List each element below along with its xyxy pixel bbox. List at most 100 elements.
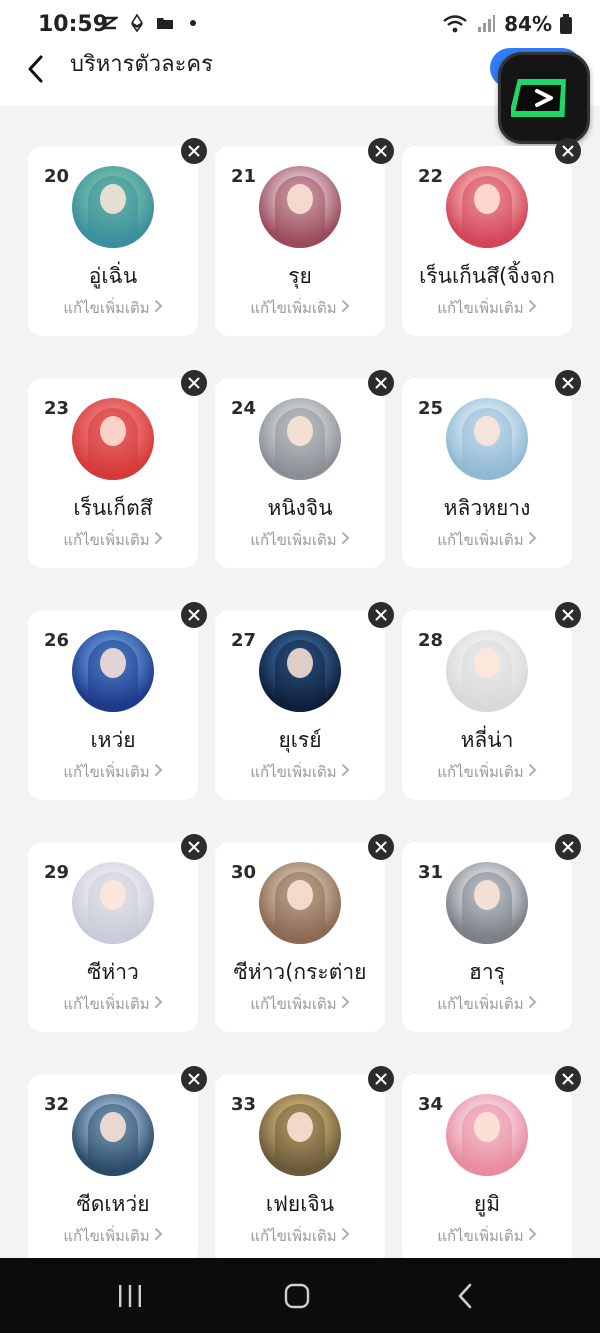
character-card[interactable]: 26 เหว่ย แก้ไขเพิ่มเติม: [28, 610, 198, 800]
character-avatar: [446, 630, 528, 712]
edit-more-link[interactable]: แก้ไขเพิ่มเติม: [28, 296, 198, 320]
remove-character-button[interactable]: [181, 602, 207, 628]
chevron-right-icon: [341, 995, 350, 1013]
back-arrow-icon: [458, 1283, 472, 1309]
remove-character-button[interactable]: [368, 370, 394, 396]
back-button[interactable]: [18, 52, 52, 86]
edit-more-label: แก้ไขเพิ่มเติม: [250, 299, 337, 317]
close-icon: [375, 377, 387, 389]
character-card[interactable]: 27 ยุเรย์ แก้ไขเพิ่มเติม: [215, 610, 385, 800]
status-time: 10:59: [38, 12, 109, 37]
edit-more-label: แก้ไขเพิ่มเติม: [250, 531, 337, 549]
character-number: 22: [418, 166, 444, 187]
play-arrow-icon: [511, 79, 566, 117]
edit-more-link[interactable]: แก้ไขเพิ่มเติม: [402, 296, 572, 320]
close-icon: [562, 609, 574, 621]
remove-character-button[interactable]: [555, 1066, 581, 1092]
edit-more-label: แก้ไขเพิ่มเติม: [63, 299, 150, 317]
character-card[interactable]: 29 ซีห่าว แก้ไขเพิ่มเติม: [28, 842, 198, 1032]
close-icon: [188, 145, 200, 157]
overlay-launcher-button[interactable]: [498, 52, 590, 144]
character-avatar: [72, 166, 154, 248]
edit-more-link[interactable]: แก้ไขเพิ่มเติม: [28, 992, 198, 1016]
edit-more-link[interactable]: แก้ไขเพิ่มเติม: [215, 992, 385, 1016]
close-icon: [562, 841, 574, 853]
folder-icon: [157, 18, 173, 29]
character-card[interactable]: 32 ซีดเหว่ย แก้ไขเพิ่มเติม: [28, 1074, 198, 1264]
wifi-icon: [443, 15, 467, 33]
remove-character-button[interactable]: [555, 138, 581, 164]
character-card[interactable]: 31 ฮารุ แก้ไขเพิ่มเติม: [402, 842, 572, 1032]
chevron-right-icon: [341, 531, 350, 549]
character-card[interactable]: 20 อู่เฉิ่น แก้ไขเพิ่มเติม: [28, 146, 198, 336]
character-card[interactable]: 25 หลิวหยาง แก้ไขเพิ่มเติม: [402, 378, 572, 568]
chevron-right-icon: [154, 531, 163, 549]
character-card[interactable]: 21 รุย แก้ไขเพิ่มเติม: [215, 146, 385, 336]
character-card[interactable]: 24 หนิงจิน แก้ไขเพิ่มเติม: [215, 378, 385, 568]
edit-more-label: แก้ไขเพิ่มเติม: [250, 995, 337, 1013]
character-card[interactable]: 28 หลี่น่า แก้ไขเพิ่มเติม: [402, 610, 572, 800]
remove-character-button[interactable]: [555, 834, 581, 860]
more-notifications-dot-icon: [190, 20, 196, 26]
edit-more-link[interactable]: แก้ไขเพิ่มเติม: [215, 528, 385, 552]
chevron-right-icon: [528, 763, 537, 781]
system-back-button[interactable]: [445, 1278, 485, 1314]
close-icon: [375, 145, 387, 157]
character-number: 20: [44, 166, 70, 187]
character-number: 32: [44, 1094, 70, 1115]
edit-more-link[interactable]: แก้ไขเพิ่มเติม: [215, 760, 385, 784]
chevron-right-icon: [528, 995, 537, 1013]
chevron-right-icon: [341, 763, 350, 781]
home-button[interactable]: [277, 1278, 317, 1314]
character-card[interactable]: 30 ซีห่าว(กระต่าย แก้ไขเพิ่มเติม: [215, 842, 385, 1032]
close-icon: [562, 377, 574, 389]
remove-character-button[interactable]: [555, 370, 581, 396]
edit-more-link[interactable]: แก้ไขเพิ่มเติม: [402, 1224, 572, 1248]
character-card[interactable]: 34 ยูมิ แก้ไขเพิ่มเติม: [402, 1074, 572, 1264]
chevron-right-icon: [154, 995, 163, 1013]
character-number: 23: [44, 398, 70, 419]
edit-more-link[interactable]: แก้ไขเพิ่มเติม: [28, 1224, 198, 1248]
character-name: เฟยเจิน: [265, 1192, 335, 1216]
status-notification-icons: [100, 14, 202, 32]
remove-character-button[interactable]: [181, 834, 207, 860]
edit-more-label: แก้ไขเพิ่มเติม: [63, 531, 150, 549]
close-icon: [188, 1073, 200, 1085]
character-card[interactable]: 22 เร็นเก็นสึ(จิ้งจก แก้ไขเพิ่มเติม: [402, 146, 572, 336]
character-name: เหว่ย: [90, 728, 136, 752]
character-number: 33: [231, 1094, 257, 1115]
remove-character-button[interactable]: [368, 138, 394, 164]
character-avatar: [72, 862, 154, 944]
edit-more-link[interactable]: แก้ไขเพิ่มเติม: [215, 1224, 385, 1248]
close-icon: [562, 1073, 574, 1085]
remove-character-button[interactable]: [368, 834, 394, 860]
edit-more-link[interactable]: แก้ไขเพิ่มเติม: [402, 528, 572, 552]
character-name: หนิงจิน: [267, 496, 333, 520]
edit-more-link[interactable]: แก้ไขเพิ่มเติม: [402, 992, 572, 1016]
remove-character-button[interactable]: [181, 370, 207, 396]
character-avatar: [259, 1094, 341, 1176]
character-number: 34: [418, 1094, 444, 1115]
edit-more-link[interactable]: แก้ไขเพิ่มเติม: [28, 528, 198, 552]
character-card[interactable]: 23 เร็นเก็ตสึแก้ไขเพิ่มเติม: [28, 378, 198, 568]
chevron-right-icon: [528, 531, 537, 549]
edit-more-link[interactable]: แก้ไขเพิ่มเติม: [402, 760, 572, 784]
signal-icon: [478, 15, 496, 32]
remove-character-button[interactable]: [555, 602, 581, 628]
character-name: รุย: [288, 264, 312, 288]
recent-apps-button[interactable]: [110, 1278, 150, 1314]
remove-character-button[interactable]: [368, 602, 394, 628]
chevron-right-icon: [154, 763, 163, 781]
chevron-right-icon: [154, 299, 163, 317]
remove-character-button[interactable]: [181, 1066, 207, 1092]
character-name: ยุเรย์: [278, 728, 322, 752]
character-card[interactable]: 33 เฟยเจินแก้ไขเพิ่มเติม: [215, 1074, 385, 1264]
remove-character-button[interactable]: [181, 138, 207, 164]
character-avatar: [72, 630, 154, 712]
character-name: เร็นเก็ตสึ: [73, 496, 153, 520]
edit-more-link[interactable]: แก้ไขเพิ่มเติม: [28, 760, 198, 784]
character-avatar: [259, 630, 341, 712]
edit-more-link[interactable]: แก้ไขเพิ่มเติม: [215, 296, 385, 320]
battery-percent: 84%: [504, 12, 552, 36]
remove-character-button[interactable]: [368, 1066, 394, 1092]
